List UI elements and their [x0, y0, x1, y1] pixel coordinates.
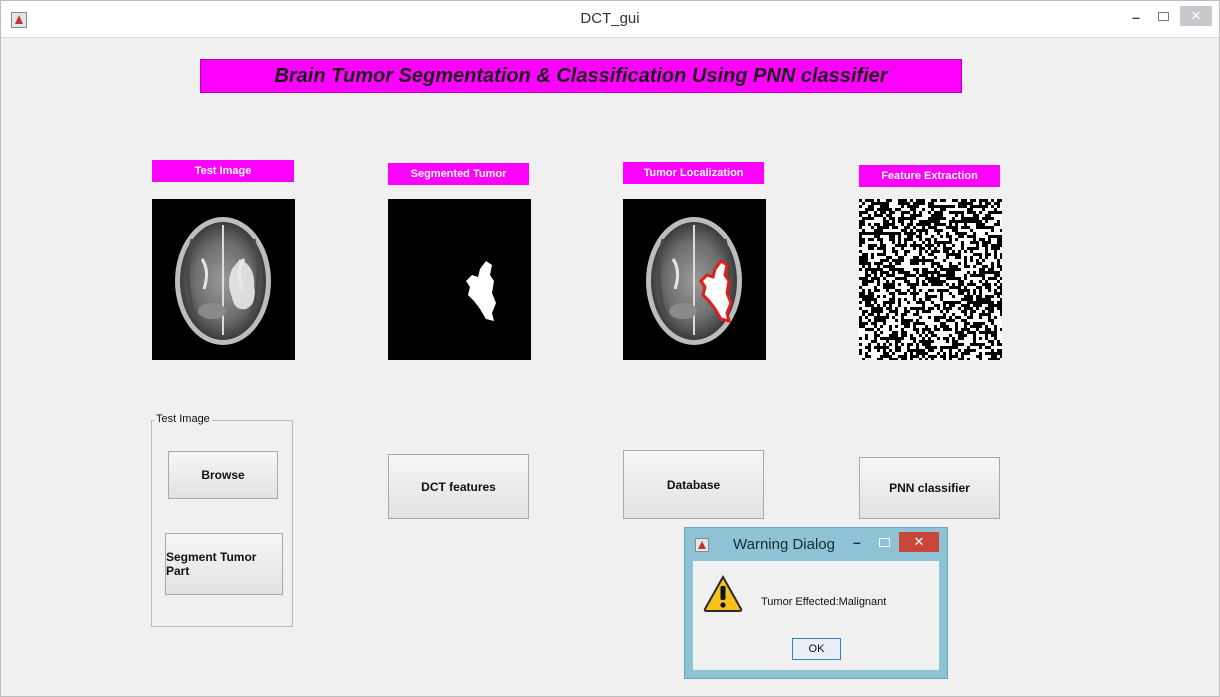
test-image-axes: [152, 199, 295, 360]
close-button[interactable]: ✕: [1180, 6, 1212, 26]
segmented-tumor-image: [466, 261, 496, 321]
page-title: Brain Tumor Segmentation & Classificatio…: [200, 59, 962, 93]
dialog-body: Tumor Effected:Malignant OK: [693, 561, 939, 670]
title-bar[interactable]: DCT_gui – ✕: [1, 1, 1219, 38]
main-window: DCT_gui – ✕ Brain Tumor Segmentation & C…: [0, 0, 1220, 697]
warning-icon: [703, 575, 743, 612]
segmented-tumor-axes: [388, 199, 531, 360]
tumor-localization-caption: Tumor Localization: [623, 162, 764, 184]
dialog-title: Warning Dialog: [733, 536, 835, 553]
feature-extraction-caption: Feature Extraction: [859, 165, 1000, 187]
minimize-button[interactable]: –: [1124, 7, 1148, 29]
tumor-localization-axes: [623, 199, 766, 360]
dialog-close-button[interactable]: ✕: [899, 532, 939, 552]
database-button[interactable]: Database: [623, 450, 764, 519]
warning-dialog[interactable]: Warning Dialog – ✕ Tumor Effected:Malign…: [684, 527, 948, 679]
matlab-icon: [695, 538, 709, 552]
dct-features-button[interactable]: DCT features: [388, 454, 529, 519]
browse-button[interactable]: Browse: [168, 451, 278, 499]
ok-button[interactable]: OK: [792, 638, 841, 660]
pnn-classifier-button[interactable]: PNN classifier: [859, 457, 1000, 519]
window-title: DCT_gui: [580, 10, 640, 27]
dialog-maximize-button[interactable]: [879, 538, 890, 547]
dct-feature-image: [859, 199, 1003, 361]
segment-tumor-button[interactable]: Segment Tumor Part: [165, 533, 283, 595]
brain-mri-image: [175, 217, 271, 345]
dialog-minimize-button[interactable]: –: [853, 534, 861, 550]
dialog-message: Tumor Effected:Malignant: [761, 596, 887, 608]
feature-extraction-axes: [859, 199, 1003, 361]
localized-tumor-image: [646, 217, 742, 345]
segmented-tumor-caption: Segmented Tumor: [388, 163, 529, 185]
test-image-caption: Test Image: [152, 160, 294, 182]
group-title: Test Image: [154, 413, 212, 425]
maximize-button[interactable]: [1152, 7, 1176, 29]
